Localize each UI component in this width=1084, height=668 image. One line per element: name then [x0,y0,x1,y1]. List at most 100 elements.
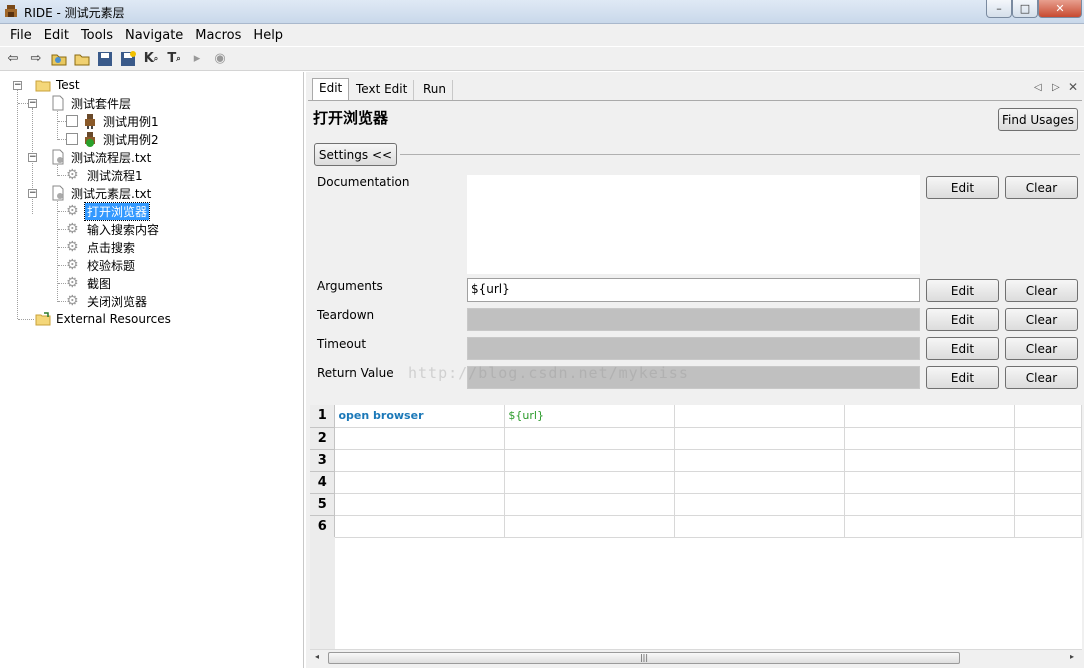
grid-cell[interactable] [1014,471,1082,494]
grid-cell[interactable] [334,471,506,494]
tab-next-icon[interactable]: ▷ [1052,82,1060,93]
tree-node-test[interactable]: Test [35,76,82,94]
grid-cell[interactable] [674,427,846,450]
scroll-right-icon[interactable]: ▸ [1070,652,1074,661]
save-all-icon[interactable] [119,50,137,68]
row-header[interactable]: 1 [310,405,336,428]
row-header[interactable]: 5 [310,493,336,516]
grid-cell[interactable] [334,493,506,516]
menu-tools[interactable]: Tools [75,28,119,43]
menu-file[interactable]: File [4,28,38,43]
tree-node-kw-input[interactable]: ⚙ 输入搜索内容 [66,220,161,238]
tree-node-kw-click[interactable]: ⚙ 点击搜索 [66,238,137,256]
grid-cell-keyword[interactable]: open browser [334,405,506,428]
tree-node-suite-layer[interactable]: 测试套件层 [50,94,133,112]
return-value-clear-button[interactable]: Clear [1005,366,1078,389]
open-project-icon[interactable] [50,50,68,68]
tab-run[interactable]: Run [417,80,454,100]
keyword-steps-grid[interactable]: 1 open browser ${url} 2 3 4 5 6 [310,405,1082,649]
tab-prev-icon[interactable]: ◁ [1034,82,1042,93]
grid-cell[interactable] [1014,515,1082,538]
arguments-edit-button[interactable]: Edit [926,279,999,302]
grid-cell[interactable] [674,515,846,538]
tree-node-kw-check[interactable]: ⚙ 校验标题 [66,256,137,274]
stop-icon[interactable]: ◉ [211,50,229,68]
tree-node-case1[interactable]: 测试用例1 [66,112,161,130]
grid-cell[interactable] [504,471,676,494]
forward-arrow-icon[interactable]: ⇨ [27,50,45,68]
tree-node-kw-close[interactable]: ⚙ 关闭浏览器 [66,292,149,310]
tree-node-external-resources[interactable]: External Resources [35,310,173,328]
case1-checkbox[interactable] [66,115,78,127]
grid-cell[interactable] [504,449,676,472]
grid-cell[interactable] [844,449,1015,472]
documentation-clear-button[interactable]: Clear [1005,176,1078,199]
grid-cell[interactable] [674,405,846,428]
maximize-button[interactable]: □ [1012,0,1038,18]
search-tests-icon[interactable]: T ⌕ [165,50,183,68]
grid-cell[interactable] [1014,405,1082,428]
menu-edit[interactable]: Edit [38,28,75,43]
grid-cell-argument[interactable]: ${url} [504,405,676,428]
find-usages-button[interactable]: Find Usages [998,108,1078,131]
menu-macros[interactable]: Macros [189,28,247,43]
documentation-field[interactable] [467,175,920,274]
tree-node-element-file[interactable]: 测试元素层.txt [50,184,153,202]
horizontal-scrollbar[interactable]: ◂ ||| ▸ [310,649,1082,665]
grid-cell[interactable] [504,515,676,538]
grid-cell[interactable] [334,515,506,538]
teardown-field[interactable] [467,308,920,331]
grid-cell[interactable] [674,471,846,494]
scrollbar-thumb[interactable]: ||| [328,652,960,664]
row-header[interactable]: 6 [310,515,336,538]
tab-text-edit[interactable]: Text Edit [350,80,415,100]
tree-node-case2[interactable]: 测试用例2 [66,130,161,148]
close-window-button[interactable]: ✕ [1038,0,1082,18]
timeout-edit-button[interactable]: Edit [926,337,999,360]
row-header[interactable]: 3 [310,449,336,472]
teardown-edit-button[interactable]: Edit [926,308,999,331]
row-header[interactable]: 4 [310,471,336,494]
grid-cell[interactable] [844,427,1015,450]
grid-cell[interactable] [1014,493,1082,516]
minimize-button[interactable]: – [986,0,1012,18]
teardown-clear-button[interactable]: Clear [1005,308,1078,331]
timeout-field[interactable] [467,337,920,360]
run-icon[interactable]: ▸ [188,50,206,68]
grid-cell[interactable] [334,427,506,450]
grid-cell[interactable] [674,449,846,472]
settings-toggle-button[interactable]: Settings << [314,143,397,166]
row-header[interactable]: 2 [310,427,336,450]
collapse-suite-toggle[interactable]: − [28,99,37,108]
grid-cell[interactable] [674,493,846,516]
tree-node-kw-screenshot[interactable]: ⚙ 截图 [66,274,113,292]
documentation-edit-button[interactable]: Edit [926,176,999,199]
tree-node-flow1[interactable]: ⚙ 测试流程1 [66,166,145,184]
grid-cell[interactable] [844,515,1015,538]
grid-cell[interactable] [504,427,676,450]
open-folder-icon[interactable] [73,50,91,68]
tree-node-kw-open[interactable]: ⚙ 打开浏览器 [66,201,151,221]
menu-help[interactable]: Help [247,28,289,43]
menu-navigate[interactable]: Navigate [119,28,189,43]
collapse-flow-toggle[interactable]: − [28,153,37,162]
grid-cell[interactable] [844,471,1015,494]
collapse-element-toggle[interactable]: − [28,189,37,198]
search-keywords-icon[interactable]: K ⌕ [142,50,160,68]
case2-checkbox[interactable] [66,133,78,145]
scroll-left-icon[interactable]: ◂ [315,652,319,661]
tree-node-flow-file[interactable]: 测试流程层.txt [50,148,153,166]
collapse-test-toggle[interactable]: − [13,81,22,90]
grid-cell[interactable] [334,449,506,472]
grid-cell[interactable] [504,493,676,516]
grid-cell[interactable] [1014,427,1082,450]
timeout-clear-button[interactable]: Clear [1005,337,1078,360]
arguments-clear-button[interactable]: Clear [1005,279,1078,302]
save-icon[interactable] [96,50,114,68]
grid-cell[interactable] [844,493,1015,516]
grid-cell[interactable] [844,405,1015,428]
tab-edit[interactable]: Edit [312,78,350,100]
arguments-field[interactable]: ${url} [467,278,920,302]
return-value-edit-button[interactable]: Edit [926,366,999,389]
grid-cell[interactable] [1014,449,1082,472]
